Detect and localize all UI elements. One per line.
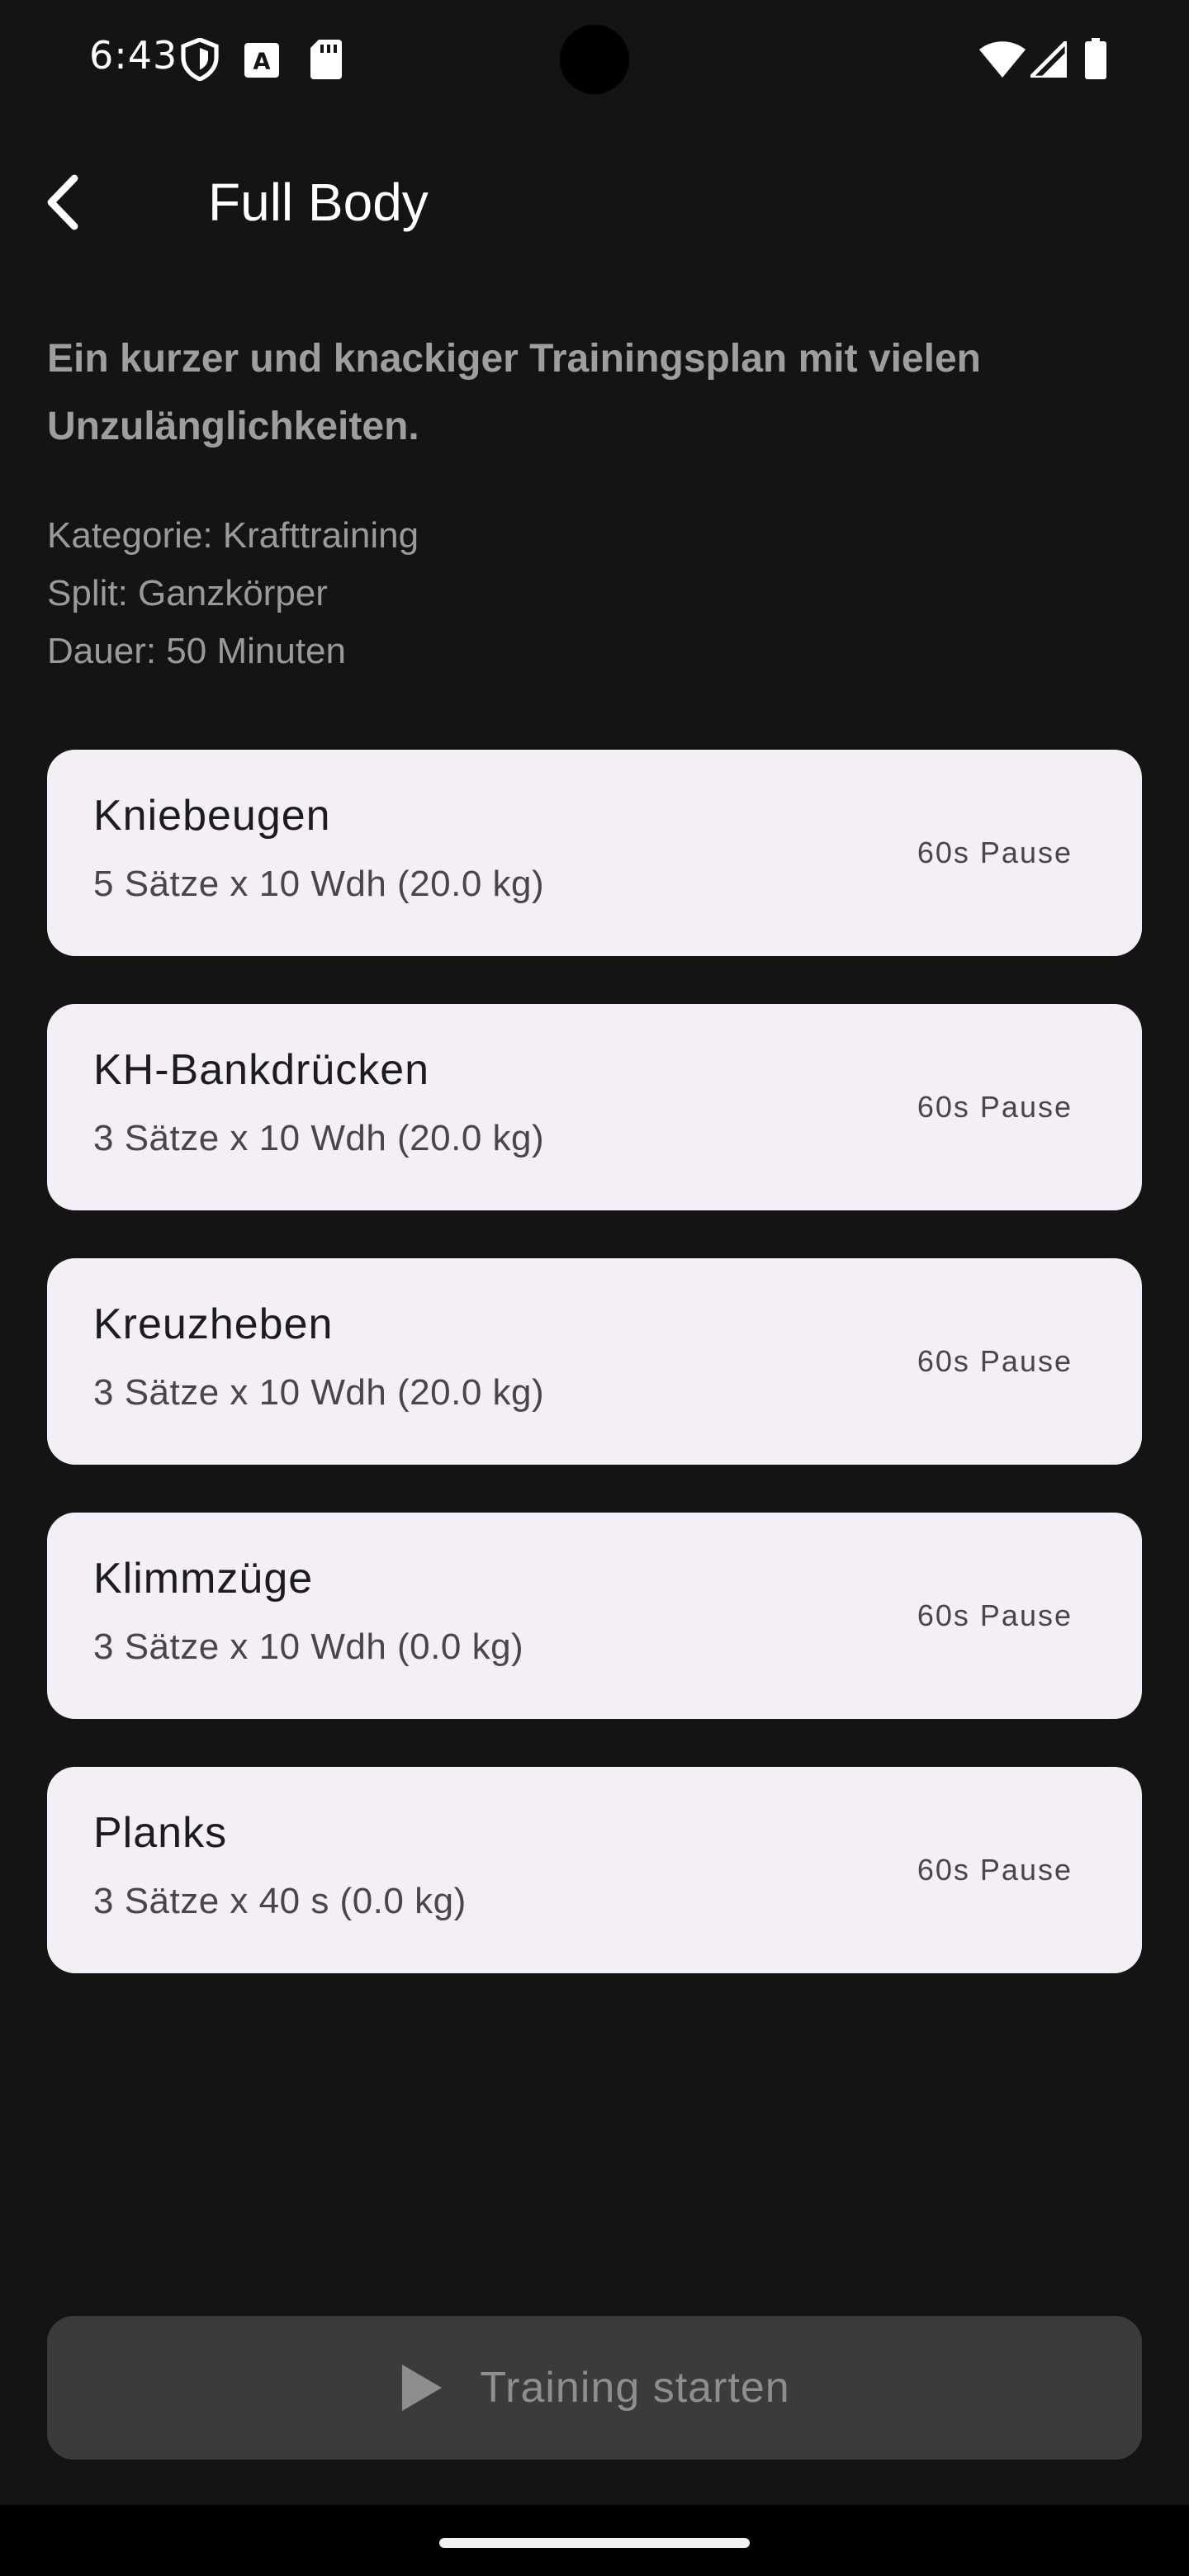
signal-icon bbox=[1030, 41, 1067, 78]
home-indicator[interactable] bbox=[439, 2538, 750, 2548]
play-icon bbox=[402, 2365, 443, 2411]
exercise-detail: 3 Sätze x 10 Wdh (20.0 kg) bbox=[93, 1372, 545, 1413]
text-a-icon: A bbox=[244, 43, 279, 78]
exercise-card-planks[interactable]: Planks 3 Sätze x 40 s (0.0 kg) 60s Pause bbox=[47, 1767, 1142, 1973]
page-title: Full Body bbox=[208, 173, 429, 232]
exercise-pause: 60s Pause bbox=[917, 1598, 1073, 1632]
exercise-name: Kreuzheben bbox=[93, 1300, 334, 1348]
exercise-name: Klimmzüge bbox=[93, 1555, 314, 1603]
exercise-name: Planks bbox=[93, 1809, 228, 1857]
exercise-pause: 60s Pause bbox=[917, 1344, 1073, 1378]
exercise-detail: 3 Sätze x 40 s (0.0 kg) bbox=[93, 1881, 467, 1921]
plan-description: Ein kurzer und knackiger Trainingsplan m… bbox=[47, 337, 981, 448]
status-bar: 6:43 A bbox=[0, 0, 1189, 119]
plan-meta: Kategorie: Krafttraining Split: Ganzkörp… bbox=[47, 507, 419, 680]
chevron-left-icon bbox=[47, 174, 78, 230]
battery-icon bbox=[1085, 38, 1106, 79]
camera-cutout bbox=[560, 25, 629, 94]
exercise-detail: 3 Sätze x 10 Wdh (0.0 kg) bbox=[93, 1627, 524, 1667]
shield-icon bbox=[181, 38, 219, 81]
exercise-card-klimmzuege[interactable]: Klimmzüge 3 Sätze x 10 Wdh (0.0 kg) 60s … bbox=[47, 1513, 1142, 1719]
exercise-pause: 60s Pause bbox=[917, 1853, 1073, 1887]
exercise-detail: 3 Sätze x 10 Wdh (20.0 kg) bbox=[93, 1118, 545, 1158]
plan-category: Kategorie: Krafttraining bbox=[47, 515, 419, 556]
exercise-detail: 5 Sätze x 10 Wdh (20.0 kg) bbox=[93, 864, 545, 904]
sd-card-icon bbox=[310, 40, 342, 79]
svg-text:A: A bbox=[253, 50, 270, 75]
back-button[interactable] bbox=[33, 165, 92, 239]
system-nav-bar bbox=[0, 2505, 1189, 2576]
exercise-name: KH-Bankdrücken bbox=[93, 1046, 430, 1094]
wifi-icon bbox=[979, 41, 1026, 78]
exercise-card-kniebeugen[interactable]: Kniebeugen 5 Sätze x 10 Wdh (20.0 kg) 60… bbox=[47, 750, 1142, 956]
start-training-button[interactable]: Training starten bbox=[47, 2316, 1142, 2460]
exercise-card-kh-bankdruecken[interactable]: KH-Bankdrücken 3 Sätze x 10 Wdh (20.0 kg… bbox=[47, 1004, 1142, 1210]
start-training-label: Training starten bbox=[480, 2364, 790, 2412]
status-time: 6:43 bbox=[89, 33, 178, 78]
exercise-card-kreuzheben[interactable]: Kreuzheben 3 Sätze x 10 Wdh (20.0 kg) 60… bbox=[47, 1258, 1142, 1465]
exercise-pause: 60s Pause bbox=[917, 836, 1073, 869]
exercise-pause: 60s Pause bbox=[917, 1090, 1073, 1124]
plan-split: Split: Ganzkörper bbox=[47, 573, 328, 613]
plan-duration: Dauer: 50 Minuten bbox=[47, 631, 346, 671]
exercise-name: Kniebeugen bbox=[93, 792, 331, 840]
